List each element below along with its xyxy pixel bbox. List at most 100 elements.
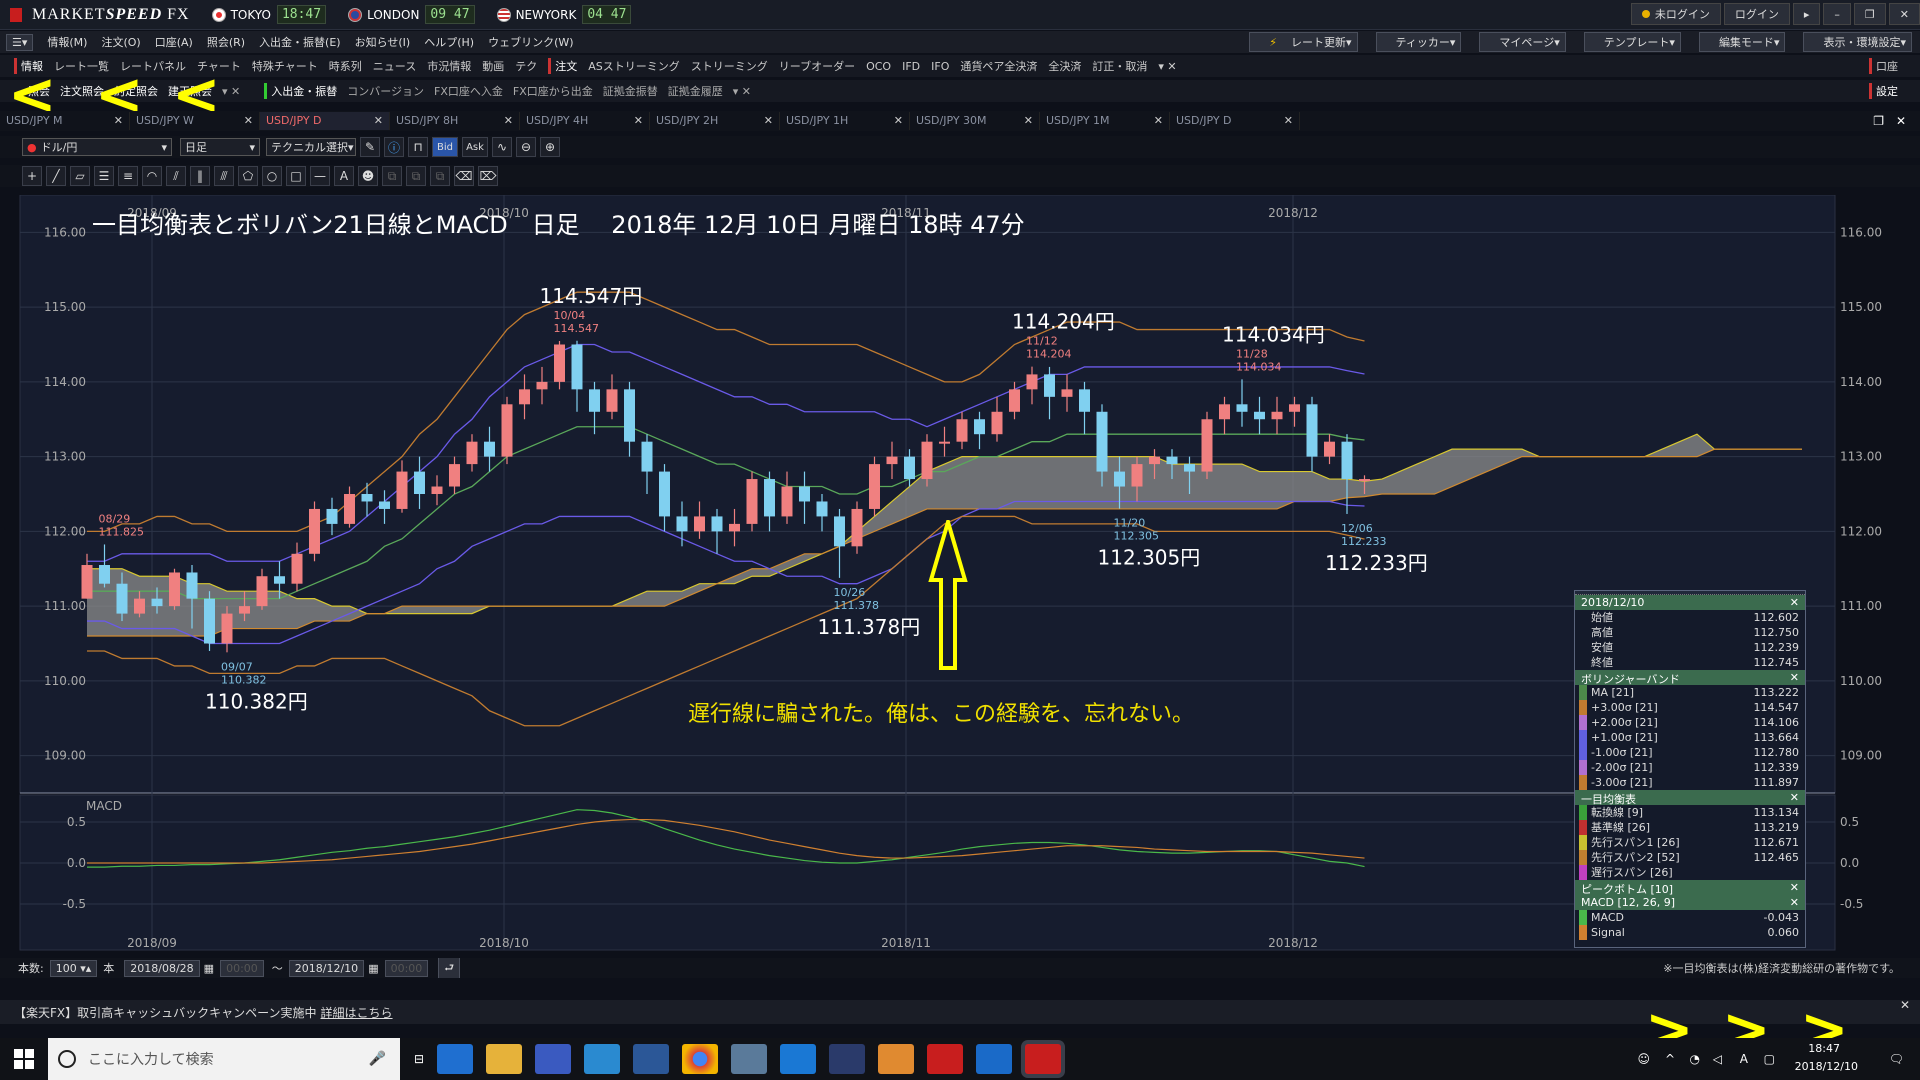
line-icon[interactable]: — bbox=[310, 166, 330, 186]
fan-icon[interactable]: ⫽ bbox=[166, 166, 186, 186]
func-item[interactable]: ニュース bbox=[373, 58, 416, 74]
arc-icon[interactable]: ◠ bbox=[142, 166, 162, 186]
tab-close-icon[interactable]: ✕ bbox=[764, 114, 773, 127]
dropdown-icon[interactable]: ▾ ✕ bbox=[733, 85, 751, 98]
menu-item[interactable]: 注文(O) bbox=[101, 34, 140, 50]
chart-tab-active[interactable]: USD/JPY D ✕ bbox=[260, 112, 390, 130]
pen-icon[interactable]: ✎ bbox=[360, 137, 380, 157]
lines-icon[interactable]: ≡ bbox=[118, 166, 138, 186]
account-button[interactable]: 口座 bbox=[1869, 58, 1898, 74]
calculator-icon[interactable] bbox=[535, 1044, 572, 1074]
ie-icon[interactable] bbox=[437, 1044, 474, 1074]
tab-close-icon[interactable]: ✕ bbox=[1284, 114, 1293, 127]
func-item[interactable]: テク bbox=[515, 58, 537, 74]
menu-item[interactable]: 口座(A) bbox=[155, 34, 193, 50]
technical-select[interactable]: テクニカル選択 ▾ bbox=[266, 138, 356, 156]
func-item[interactable]: 全決済 bbox=[1048, 58, 1081, 74]
app-icon[interactable] bbox=[829, 1044, 866, 1074]
chart-tab[interactable]: USD/JPY 1H ✕ bbox=[780, 112, 910, 130]
copy3-icon[interactable]: ⧉ bbox=[430, 166, 450, 186]
inquiry-item[interactable]: 証拠金振替 bbox=[603, 83, 658, 99]
task-view-icon[interactable]: ⊟ bbox=[414, 1052, 424, 1066]
mypage-button[interactable]: マイページ▾ bbox=[1479, 32, 1566, 52]
inquiry-item[interactable]: FX口座へ入金 bbox=[434, 83, 503, 99]
chart-tab[interactable]: USD/JPY 4H ✕ bbox=[520, 112, 650, 130]
inquiry-item[interactable]: 入出金・振替 bbox=[264, 83, 337, 99]
func-item[interactable]: 特殊チャート bbox=[252, 58, 318, 74]
menu-item[interactable]: ウェブリンク(W) bbox=[488, 34, 573, 50]
menu-toggle-icon[interactable]: ☰▾ bbox=[6, 33, 34, 51]
trendline-icon[interactable]: ╱ bbox=[46, 166, 66, 186]
tray-chevron-icon[interactable]: ^ bbox=[1665, 1052, 1675, 1066]
display-settings-button[interactable]: 表示・環境設定▾ bbox=[1803, 32, 1912, 52]
clock-date[interactable]: 2018/12/10 bbox=[1795, 1060, 1858, 1073]
tab-close-icon[interactable]: ✕ bbox=[1024, 114, 1033, 127]
menu-item[interactable]: お知らせ(I) bbox=[355, 34, 411, 50]
func-item[interactable]: ASストリーミング bbox=[588, 58, 680, 74]
news-link[interactable]: 詳細はこちら bbox=[321, 1004, 393, 1021]
window-close-icon[interactable]: ✕ bbox=[1896, 114, 1906, 128]
to-time-input[interactable]: 00:00 bbox=[384, 959, 429, 977]
chart-tab[interactable]: USD/JPY 8H ✕ bbox=[390, 112, 520, 130]
zoom-in-icon[interactable]: ⊕ bbox=[540, 137, 560, 157]
func-item[interactable]: 通貨ペア全決済 bbox=[960, 58, 1037, 74]
tab-close-icon[interactable]: ✕ bbox=[244, 114, 253, 127]
copy-icon[interactable]: ⧉ bbox=[382, 166, 402, 186]
expand-icon[interactable]: ▸ bbox=[1792, 3, 1821, 25]
chart-tab[interactable]: USD/JPY 2H ✕ bbox=[650, 112, 780, 130]
tab-close-icon[interactable]: ✕ bbox=[1154, 114, 1163, 127]
close-icon[interactable]: ✕ bbox=[1790, 791, 1799, 804]
menu-item[interactable]: 入出金・振替(E) bbox=[259, 34, 341, 50]
app-icon[interactable] bbox=[731, 1044, 768, 1074]
eraser-icon[interactable]: ▱ bbox=[70, 166, 90, 186]
chart-tab[interactable]: USD/JPY M ✕ bbox=[0, 112, 130, 130]
currency-pair-select[interactable]: ● ドル/円 ▾ bbox=[22, 138, 172, 156]
notification-icon[interactable]: 🗨 bbox=[1889, 1052, 1904, 1066]
func-item[interactable]: 動画 bbox=[482, 58, 504, 74]
func-item[interactable]: 訂正・取消 bbox=[1092, 58, 1147, 74]
info-icon[interactable]: ⓘ bbox=[384, 137, 404, 157]
dropdown-icon[interactable]: ▾ ✕ bbox=[1158, 60, 1176, 73]
chrome-icon[interactable] bbox=[682, 1044, 719, 1074]
func-item[interactable]: OCO bbox=[866, 60, 891, 73]
tray-action-icon[interactable]: ▢ bbox=[1764, 1052, 1775, 1066]
windows-start-icon[interactable] bbox=[14, 1049, 34, 1069]
tray-ime-icon[interactable]: A bbox=[1740, 1052, 1748, 1066]
candle-icon[interactable]: ⊓ bbox=[408, 137, 428, 157]
func-item[interactable]: ストリーミング bbox=[691, 58, 768, 74]
rectangle-icon[interactable]: □ bbox=[286, 166, 306, 186]
bid-toggle[interactable]: Bid bbox=[432, 137, 458, 157]
close-icon[interactable]: ✕ bbox=[1790, 596, 1799, 609]
tray-volume-icon[interactable]: ◁ bbox=[1713, 1052, 1722, 1066]
app-icon[interactable] bbox=[878, 1044, 915, 1074]
delete-icon[interactable]: ⌫ bbox=[454, 166, 474, 186]
outlook-icon[interactable] bbox=[976, 1044, 1013, 1074]
settings-button[interactable]: 設定 bbox=[1869, 83, 1898, 99]
marketspeed-fx-icon[interactable] bbox=[1025, 1044, 1062, 1074]
rate-update-button[interactable]: ⚡ レート更新▾ bbox=[1249, 32, 1358, 52]
channel-icon[interactable]: ⫻ bbox=[214, 166, 234, 186]
edge-icon[interactable] bbox=[780, 1044, 817, 1074]
maximize-icon[interactable]: ❐ bbox=[1853, 3, 1886, 25]
template-button[interactable]: テンプレート▾ bbox=[1583, 32, 1681, 52]
tab-close-icon[interactable]: ✕ bbox=[114, 114, 123, 127]
close-icon[interactable]: ✕ bbox=[1790, 881, 1799, 894]
tray-network-icon[interactable]: ◔ bbox=[1690, 1052, 1700, 1066]
minimize-icon[interactable]: – bbox=[1823, 3, 1851, 25]
copy2-icon[interactable]: ⧉ bbox=[406, 166, 426, 186]
explorer-icon[interactable] bbox=[486, 1044, 523, 1074]
inquiry-item[interactable]: FX口座から出金 bbox=[513, 83, 593, 99]
word-icon[interactable] bbox=[633, 1044, 670, 1074]
edit-mode-button[interactable]: 編集モード▾ bbox=[1698, 32, 1786, 52]
ask-toggle[interactable]: Ask bbox=[462, 137, 488, 157]
func-item[interactable]: リーブオーダー bbox=[779, 58, 855, 74]
tab-close-icon[interactable]: ✕ bbox=[374, 114, 383, 127]
func-order[interactable]: 注文 bbox=[548, 58, 577, 74]
taskbar-search[interactable]: ここに入力して検索 🎤 bbox=[48, 1038, 400, 1080]
inquiry-item[interactable]: コンバージョン bbox=[347, 83, 424, 99]
login-status-button[interactable]: 未ログイン bbox=[1630, 3, 1721, 25]
text-icon[interactable]: A bbox=[334, 166, 354, 186]
calendar-icon[interactable]: ▦ bbox=[204, 962, 214, 975]
chart-tab[interactable]: USD/JPY 30M ✕ bbox=[910, 112, 1040, 130]
close-icon[interactable]: ✕ bbox=[1888, 3, 1920, 25]
